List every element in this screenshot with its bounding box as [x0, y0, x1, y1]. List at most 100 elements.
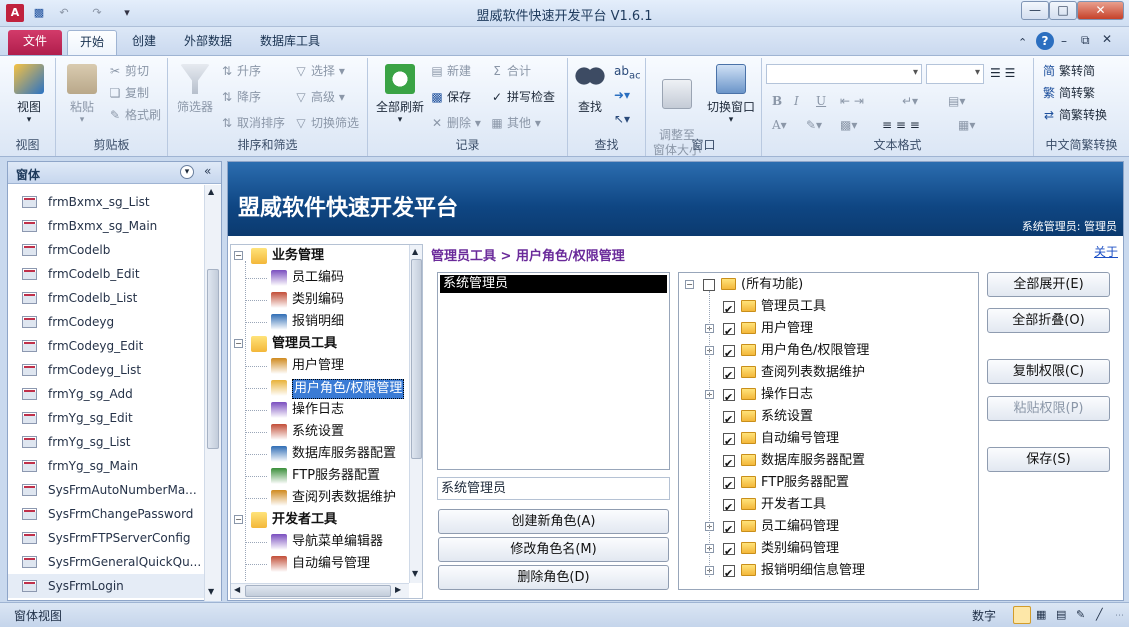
nav-item[interactable]: frmCodeyg_Edit	[8, 334, 204, 358]
expand-all-button[interactable]: 全部展开(E)	[987, 272, 1110, 297]
menu-tree-vscroll[interactable]: ▲ ▼	[409, 245, 422, 583]
nav-dropdown-icon[interactable]: ▾	[180, 165, 194, 179]
save-button[interactable]: 保存(S)	[987, 447, 1110, 472]
delete-role-button[interactable]: 删除角色(D)	[438, 565, 669, 590]
tab-home[interactable]: 开始	[67, 30, 117, 55]
design-ruler-icon[interactable]: ╱	[1096, 608, 1103, 621]
about-link[interactable]: 关于	[1094, 243, 1118, 260]
permission-checkbox[interactable]	[723, 431, 735, 453]
tab-external-data[interactable]: 外部数据	[172, 30, 244, 55]
underline-button[interactable]: U	[816, 92, 826, 110]
perm-tree-root[interactable]: − (所有功能)	[679, 274, 977, 296]
nav-item[interactable]: frmBxmx_sg_Main	[8, 214, 204, 238]
indent-icons[interactable]: ⇤ ⇥	[840, 92, 864, 110]
minimize-button[interactable]: —	[1021, 1, 1049, 20]
role-list-item-selected[interactable]: 系统管理员	[440, 275, 667, 293]
copy-permissions-button[interactable]: 复制权限(C)	[987, 359, 1110, 384]
tree-scroll-up-icon[interactable]: ▲	[412, 247, 418, 256]
nav-item[interactable]: frmYg_sg_Add	[8, 382, 204, 406]
permission-checkbox[interactable]	[723, 563, 735, 585]
create-role-button[interactable]: 创建新角色(A)	[438, 509, 669, 534]
table-grid-icon[interactable]: ▦▾	[958, 116, 975, 134]
nav-item[interactable]: frmCodelb_Edit	[8, 262, 204, 286]
convert-button[interactable]: ⇄ 简繁转换	[1042, 106, 1107, 124]
clear-sort-button[interactable]: ⇅ 取消排序	[220, 114, 285, 132]
paste-permissions-button[interactable]: 粘贴权限(P)	[987, 396, 1110, 421]
tab-file[interactable]: 文件	[8, 30, 62, 55]
gridlines-icon[interactable]: ▤▾	[948, 92, 965, 110]
menu-tree-hscroll[interactable]: ◀ ▶	[231, 583, 409, 598]
more-button[interactable]: ▦ 其他 ▾	[490, 114, 541, 132]
datasheet-view-icon[interactable]: ▦	[1036, 608, 1046, 621]
sort-asc-button[interactable]: ⇅ 升序	[220, 62, 261, 80]
permission-checkbox[interactable]	[723, 409, 735, 431]
nav-item[interactable]: SysFrmAutoNumberMa...	[8, 478, 204, 502]
menu-tree-scroll-thumb[interactable]	[411, 259, 422, 459]
nav-item[interactable]: SysFrmLogin	[8, 574, 204, 598]
new-record-button[interactable]: ▤ 新建	[430, 62, 471, 80]
replace-icon[interactable]: abac	[614, 62, 641, 81]
delete-record-button[interactable]: ✕ 删除 ▾	[430, 114, 481, 132]
to-traditional-button[interactable]: 繁简转繁	[1042, 84, 1095, 102]
tree-scroll-left-icon[interactable]: ◀	[234, 585, 240, 594]
totals-button[interactable]: Σ 合计	[490, 62, 531, 80]
refresh-all-button[interactable]: 全部刷新 ▾	[374, 64, 426, 125]
permission-checkbox[interactable]	[723, 343, 735, 365]
perm-tree-item[interactable]: 系统设置	[679, 406, 977, 431]
nav-item[interactable]: SysFrmGeneralQuickQu...	[8, 550, 204, 574]
close-button[interactable]: ✕	[1077, 1, 1124, 20]
menu-tree-hscroll-thumb[interactable]	[245, 585, 391, 597]
nav-item[interactable]: frmCodelb_List	[8, 286, 204, 310]
permission-checkbox[interactable]	[723, 475, 735, 497]
tree-collapse-icon[interactable]: −	[234, 251, 243, 260]
align-icons[interactable]: ≡ ≡ ≡	[882, 116, 920, 134]
cut-button[interactable]: ✂ 剪切	[108, 62, 149, 80]
nav-item[interactable]: frmYg_sg_Edit	[8, 406, 204, 430]
tree-scroll-down-icon[interactable]: ▼	[412, 569, 418, 578]
copy-button[interactable]: ❏ 复制	[108, 84, 149, 102]
perm-tree-item[interactable]: 自动编号管理	[679, 428, 977, 453]
permission-checkbox[interactable]	[723, 541, 735, 563]
scroll-down-icon[interactable]: ▼	[208, 587, 214, 596]
help-icon[interactable]: ?	[1036, 32, 1054, 50]
rename-role-button[interactable]: 修改角色名(M)	[438, 537, 669, 562]
bold-button[interactable]: B	[772, 92, 782, 110]
tree-collapse-icon[interactable]: −	[685, 280, 694, 289]
resize-grip-icon[interactable]: ⋯	[1115, 611, 1124, 621]
tree-collapse-icon[interactable]: −	[234, 515, 243, 524]
view-button[interactable]: 视图 ▾	[8, 64, 50, 125]
tab-database-tools[interactable]: 数据库工具	[248, 30, 332, 55]
switch-window-button[interactable]: 切换窗口 ▾	[704, 64, 758, 125]
perm-tree-item[interactable]: +类别编码管理	[679, 538, 977, 563]
tree-collapse-icon[interactable]: −	[234, 339, 243, 348]
to-simplified-button[interactable]: 简繁转简	[1042, 62, 1095, 80]
fill-color-icon[interactable]: ▩▾	[840, 116, 857, 134]
permission-checkbox[interactable]	[723, 519, 735, 541]
permission-checkbox[interactable]	[723, 299, 735, 321]
permission-checkbox[interactable]	[723, 497, 735, 519]
nav-item[interactable]: frmCodelb	[8, 238, 204, 262]
collapse-all-button[interactable]: 全部折叠(O)	[987, 308, 1110, 333]
toggle-filter-button[interactable]: ▽ 切换筛选	[294, 114, 359, 132]
permission-checkbox[interactable]	[723, 387, 735, 409]
perm-tree-item[interactable]: FTP服务器配置	[679, 472, 977, 497]
paragraph-direction-icon[interactable]: ↵▾	[902, 92, 918, 110]
maximize-button[interactable]: □	[1049, 1, 1077, 20]
ribbon-collapse-icon[interactable]: ⌃	[1018, 36, 1027, 49]
format-painter-button[interactable]: ✎ 格式刷	[108, 106, 161, 124]
advanced-button[interactable]: ▽ 高级 ▾	[294, 88, 344, 106]
nav-item[interactable]: SysFrmFTPServerConfig	[8, 526, 204, 550]
nav-item[interactable]: frmCodeyg_List	[8, 358, 204, 382]
nav-item[interactable]: frmBxmx_sg_List	[8, 190, 204, 214]
layout-view-icon[interactable]: ▤	[1056, 608, 1066, 621]
save-record-button[interactable]: ▩ 保存	[430, 88, 471, 106]
nav-scroll-thumb[interactable]	[207, 269, 219, 449]
select-icon[interactable]: ↖▾	[614, 110, 630, 128]
perm-tree-item[interactable]: 开发者工具	[679, 494, 977, 519]
permission-checkbox[interactable]	[703, 279, 715, 291]
filter-button[interactable]: 筛选器	[174, 64, 216, 115]
nav-collapse-icon[interactable]: «	[204, 164, 211, 178]
perm-tree-item[interactable]: 查阅列表数据维护	[679, 362, 977, 387]
find-button[interactable]: 查找	[572, 64, 608, 115]
mdi-restore-icon[interactable]: ⧉	[1081, 33, 1090, 48]
